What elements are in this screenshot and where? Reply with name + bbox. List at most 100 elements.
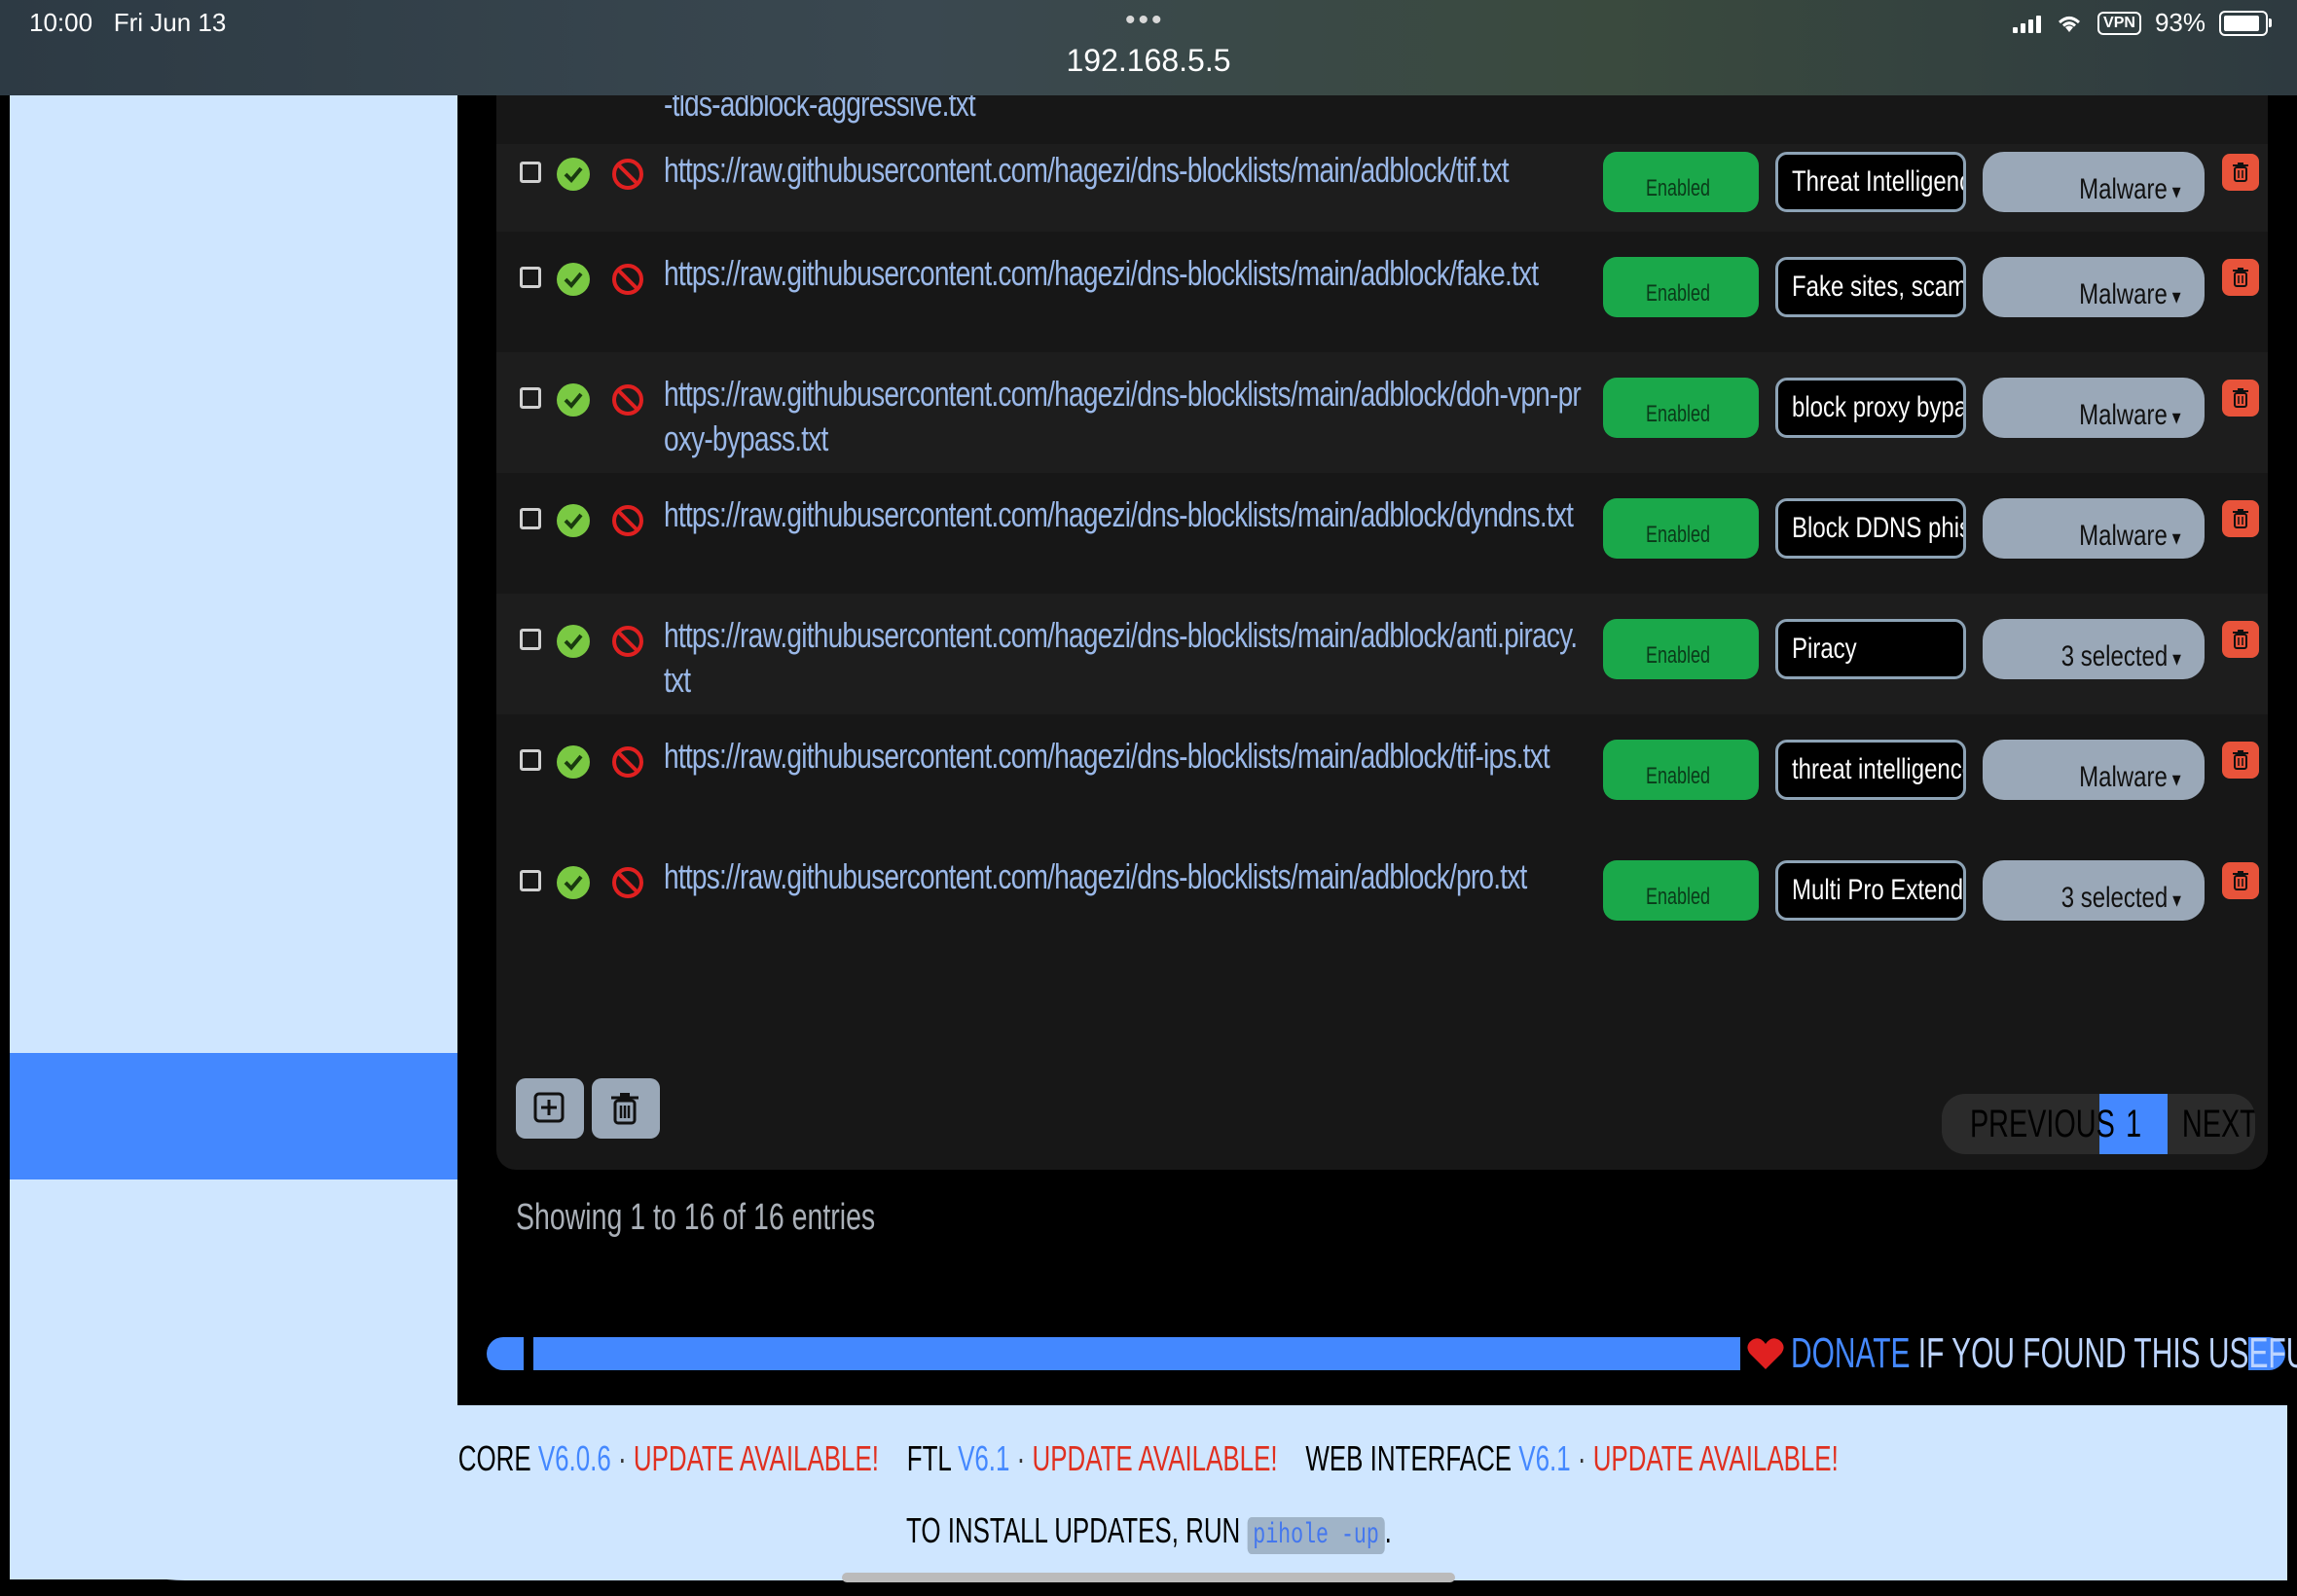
donate-link[interactable]: DONATE xyxy=(1791,1329,1910,1377)
row-checkbox[interactable] xyxy=(520,870,541,891)
heart-icon xyxy=(1747,1338,1784,1369)
battery-percent: 93% xyxy=(2154,8,2206,37)
comment-input[interactable]: Threat Intelligence xyxy=(1775,152,1966,212)
delete-button[interactable] xyxy=(2222,500,2259,537)
enabled-toggle[interactable]: Enabled xyxy=(1603,619,1759,679)
row-checkbox[interactable] xyxy=(520,162,541,183)
ftl-version[interactable]: V6.1 xyxy=(958,1438,1009,1478)
version-info: CORE V6.0.6 · UPDATE AVAILABLE! FTL V6.1… xyxy=(0,1438,2297,1479)
enabled-toggle[interactable]: Enabled xyxy=(1603,378,1759,438)
row-checkbox[interactable] xyxy=(520,267,541,288)
status-ok-icon xyxy=(557,745,590,779)
group-select[interactable]: Malware xyxy=(1983,378,2205,438)
install-instructions: TO INSTALL UPDATES, RUN pihole -up. xyxy=(0,1510,2297,1554)
block-icon xyxy=(612,867,643,898)
comment-input[interactable]: Piracy xyxy=(1775,619,1966,679)
status-ok-icon xyxy=(557,504,590,537)
table-row: https://raw.githubusercontent.com/hagezi… xyxy=(496,714,2268,835)
delete-button[interactable] xyxy=(2222,154,2259,191)
status-ok-icon xyxy=(557,383,590,417)
pagination-previous[interactable]: PREVIOUS xyxy=(1942,1094,2115,1154)
web-update-link[interactable]: UPDATE AVAILABLE! xyxy=(1593,1438,1839,1478)
adlist-url-link[interactable]: https://raw.githubusercontent.com/hagezi… xyxy=(664,148,1579,193)
wifi-icon xyxy=(2059,16,2081,32)
block-icon xyxy=(612,159,643,190)
lcars-bar-left-cap xyxy=(487,1337,524,1370)
ftl-label: FTL xyxy=(906,1438,952,1478)
table-row: https://raw.githubusercontent.com/hagezi… xyxy=(496,835,2268,956)
install-prefix: TO INSTALL UPDATES, RUN xyxy=(905,1510,1240,1550)
enabled-toggle[interactable]: Enabled xyxy=(1603,152,1759,212)
plus-square-icon xyxy=(533,1092,565,1123)
status-indicators: VPN 93% xyxy=(2013,8,2272,38)
adlist-url-link[interactable]: https://raw.githubusercontent.com/hagezi… xyxy=(664,372,1582,461)
table-row: https://raw.githubusercontent.com/hagezi… xyxy=(496,144,2268,232)
status-ok-icon xyxy=(557,866,590,899)
row-checkbox[interactable] xyxy=(520,387,541,409)
adlist-url-link[interactable]: https://raw.githubusercontent.com/hagezi… xyxy=(664,734,1579,779)
comment-input[interactable]: Multi Pro Extended xyxy=(1775,860,1966,921)
core-version[interactable]: V6.0.6 xyxy=(538,1438,611,1478)
ftl-update-link[interactable]: UPDATE AVAILABLE! xyxy=(1033,1438,1278,1478)
group-select[interactable]: Malware xyxy=(1983,498,2205,559)
enabled-toggle[interactable]: Enabled xyxy=(1603,740,1759,800)
lcars-bar xyxy=(533,1337,1740,1370)
table-row: https://raw.githubusercontent.com/hagezi… xyxy=(496,594,2268,714)
sidebar-active-block[interactable] xyxy=(10,1053,457,1179)
block-icon xyxy=(612,264,643,295)
comment-input[interactable]: block proxy bypass xyxy=(1775,378,1966,438)
comment-input[interactable]: Fake sites, scam xyxy=(1775,257,1966,317)
enabled-toggle[interactable]: Enabled xyxy=(1603,498,1759,559)
table-row: https://raw.githubusercontent.com/hagezi… xyxy=(496,352,2268,473)
row-checkbox[interactable] xyxy=(520,749,541,771)
group-select[interactable]: Malware xyxy=(1983,257,2205,317)
row-checkbox[interactable] xyxy=(520,508,541,529)
group-select[interactable]: Malware xyxy=(1983,152,2205,212)
delete-button[interactable] xyxy=(2222,259,2259,296)
core-update-link[interactable]: UPDATE AVAILABLE! xyxy=(634,1438,879,1478)
donate-text: IF YOU FOUND THIS USEFUL. xyxy=(1917,1329,2297,1377)
battery-icon xyxy=(2219,10,2272,36)
delete-button[interactable] xyxy=(2222,380,2259,417)
separator: · xyxy=(1016,1438,1026,1478)
adlist-url-link[interactable]: https://raw.githubusercontent.com/hagezi… xyxy=(664,854,1579,899)
core-label: CORE xyxy=(457,1438,531,1478)
comment-input[interactable]: Block DDNS phishing xyxy=(1775,498,1966,559)
separator: · xyxy=(1578,1438,1586,1478)
block-icon xyxy=(612,746,643,778)
delete-button[interactable] xyxy=(2222,862,2259,899)
web-label: WEB INTERFACE xyxy=(1305,1438,1513,1478)
block-icon xyxy=(612,505,643,536)
delete-selected-button[interactable] xyxy=(592,1078,660,1139)
pagination-next[interactable]: NEXT xyxy=(2168,1094,2255,1154)
adlist-url-link[interactable]: https://raw.githubusercontent.com/hagezi… xyxy=(664,251,1579,296)
adlists-table-panel: -tlds-adblock-aggressive.txt https://raw… xyxy=(496,84,2268,1238)
group-select[interactable]: 3 selected xyxy=(1983,860,2205,921)
vpn-badge: VPN xyxy=(2097,11,2141,35)
status-time: 10:00 Fri Jun 13 xyxy=(29,8,227,37)
status-ok-icon xyxy=(557,158,590,191)
table-info: Showing 1 to 16 of 16 entries xyxy=(516,1197,876,1238)
adlist-url-link[interactable]: https://raw.githubusercontent.com/hagezi… xyxy=(664,613,1579,703)
delete-button[interactable] xyxy=(2222,742,2259,779)
row-checkbox[interactable] xyxy=(520,629,541,650)
install-suffix: . xyxy=(1384,1510,1392,1550)
separator: · xyxy=(618,1438,627,1478)
add-selected-button[interactable] xyxy=(516,1078,584,1139)
enabled-toggle[interactable]: Enabled xyxy=(1603,257,1759,317)
address-bar-url[interactable]: 192.168.5.5 xyxy=(0,43,2297,79)
signal-icon xyxy=(2013,14,2042,33)
comment-input[interactable]: threat intelligence xyxy=(1775,740,1966,800)
install-command: pihole -up xyxy=(1247,1517,1385,1554)
more-dots-icon[interactable]: ••• xyxy=(1125,4,1165,37)
status-bar: 10:00 Fri Jun 13 ••• 192.168.5.5 VPN 93% xyxy=(0,0,2297,95)
web-version[interactable]: V6.1 xyxy=(1519,1438,1571,1478)
group-select[interactable]: Malware xyxy=(1983,740,2205,800)
group-select[interactable]: 3 selected xyxy=(1983,619,2205,679)
table-row: https://raw.githubusercontent.com/hagezi… xyxy=(496,232,2268,352)
delete-button[interactable] xyxy=(2222,621,2259,658)
enabled-toggle[interactable]: Enabled xyxy=(1603,860,1759,921)
adlist-url-link[interactable]: https://raw.githubusercontent.com/hagezi… xyxy=(664,492,1579,537)
home-indicator[interactable] xyxy=(842,1573,1455,1582)
table-row: https://raw.githubusercontent.com/hagezi… xyxy=(496,473,2268,594)
